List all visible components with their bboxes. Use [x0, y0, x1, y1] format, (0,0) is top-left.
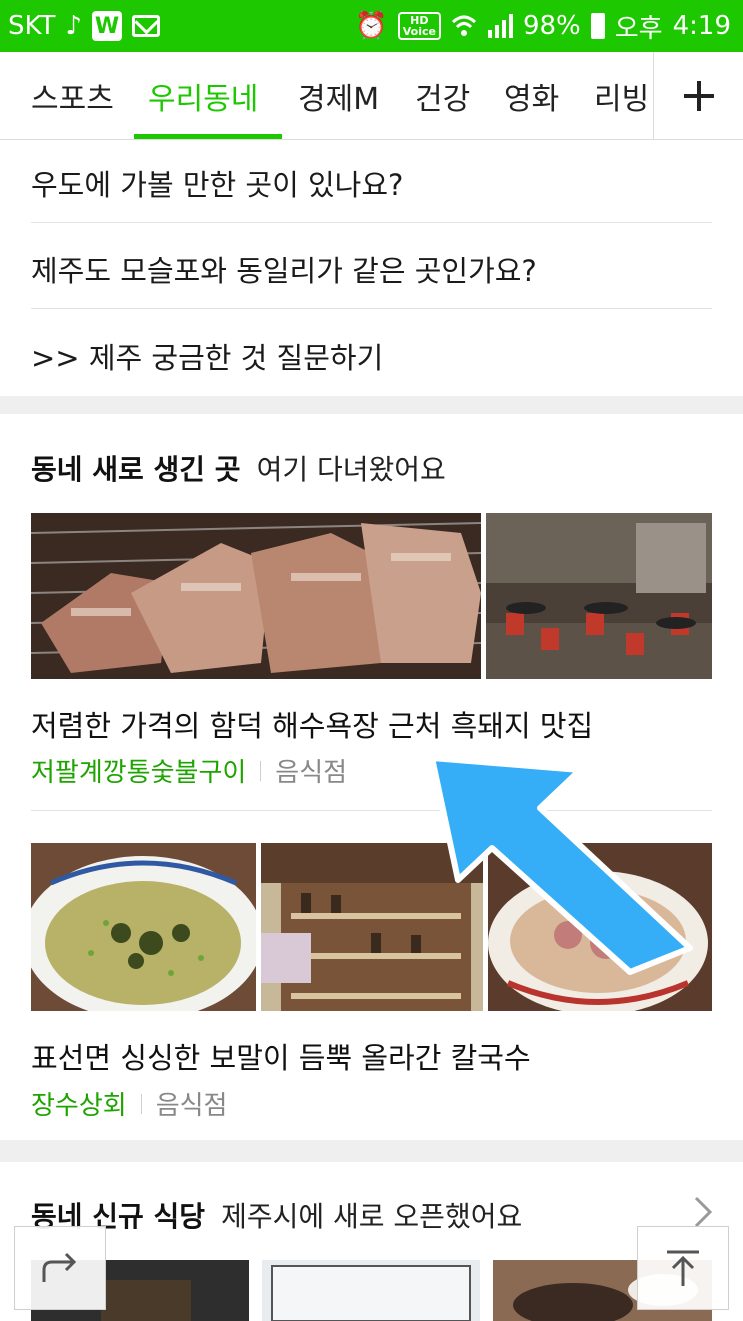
tab-movie[interactable]: 영화	[504, 74, 559, 118]
divider	[140, 1093, 142, 1114]
status-bar: SKT ♪ W ⏰ HD Voice 98% 오후 4:19	[0, 0, 743, 52]
pork-grill-photo[interactable]	[31, 513, 481, 679]
noodle-bowl-photo[interactable]	[31, 843, 256, 1011]
qa-item[interactable]: 우도에 가볼 만한 곳이 있나요?	[31, 162, 712, 204]
chevron-right-icon[interactable]	[690, 1195, 716, 1229]
section-subtitle: 여기 다녀왔어요	[256, 453, 446, 486]
music-note-icon: ♪	[65, 11, 83, 41]
card-title[interactable]: 저렴한 가격의 함덕 해수욕장 근처 흑돼지 맛집	[31, 703, 593, 745]
shop-name[interactable]: 장수상회	[31, 1085, 127, 1122]
tab-economy-m[interactable]: 경제M	[298, 74, 379, 118]
scroll-to-top-button[interactable]	[637, 1226, 729, 1310]
mail-icon	[132, 15, 161, 37]
card-meta: 장수상회 음식점	[31, 1085, 227, 1122]
divider	[31, 222, 712, 223]
card-title[interactable]: 표선면 싱싱한 보말이 듬뿍 올라간 칼국수	[31, 1035, 531, 1077]
share-icon	[42, 1252, 77, 1282]
card-meta: 저팔계깡통숯불구이 음식점	[31, 752, 347, 789]
section-title: 동네 새로 생긴 곳	[31, 453, 241, 486]
ask-question-link[interactable]: >> 제주 궁금한 것 질문하기	[31, 335, 712, 377]
section-subtitle: 제주시에 새로 오픈했어요	[221, 1200, 523, 1233]
battery-icon	[590, 13, 605, 39]
time-ampm: 오후	[614, 13, 663, 44]
tab-sports[interactable]: 스포츠	[31, 74, 114, 118]
carrier-label: SKT	[8, 11, 56, 41]
w-app-icon: W	[92, 11, 123, 41]
battery-percent: 98%	[522, 11, 581, 41]
add-tab-button[interactable]	[654, 52, 743, 140]
wifi-icon	[451, 15, 476, 36]
alarm-icon: ⏰	[355, 11, 388, 41]
signal-icon	[487, 14, 513, 38]
section-heading: 동네 새로 생긴 곳 여기 다녀왔어요	[31, 448, 446, 488]
active-tab-indicator	[134, 134, 282, 139]
hd-voice-icon: HD Voice	[397, 12, 441, 40]
pointer-arrow-icon	[429, 755, 693, 975]
shop-category: 음식점	[275, 758, 348, 788]
qa-item[interactable]: 제주도 모슬포와 동일리가 같은 곳인가요?	[31, 248, 712, 290]
divider	[31, 308, 712, 309]
section-gap	[0, 396, 743, 414]
share-button[interactable]	[14, 1226, 106, 1310]
qa-list: 우도에 가볼 만한 곳이 있나요? 제주도 모슬포와 동일리가 같은 곳인가요?…	[0, 140, 743, 375]
arrow-up-icon	[667, 1250, 699, 1286]
time-clock: 4:19	[672, 11, 731, 41]
shop-name[interactable]: 저팔계깡통숯불구이	[31, 752, 246, 789]
restaurant-sign-photo[interactable]	[262, 1260, 480, 1321]
category-tab-bar: 스포츠 우리동네 경제M 건강 영화 리빙	[0, 52, 743, 140]
tab-neighborhood[interactable]: 우리동네	[148, 74, 258, 118]
section-gap	[0, 1140, 743, 1162]
tab-health[interactable]: 건강	[415, 74, 470, 118]
restaurant-interior-photo[interactable]	[486, 513, 712, 679]
plus-icon	[683, 81, 714, 111]
shop-category: 음식점	[155, 1091, 228, 1121]
tab-living[interactable]: 리빙	[594, 74, 649, 118]
divider	[260, 760, 262, 781]
